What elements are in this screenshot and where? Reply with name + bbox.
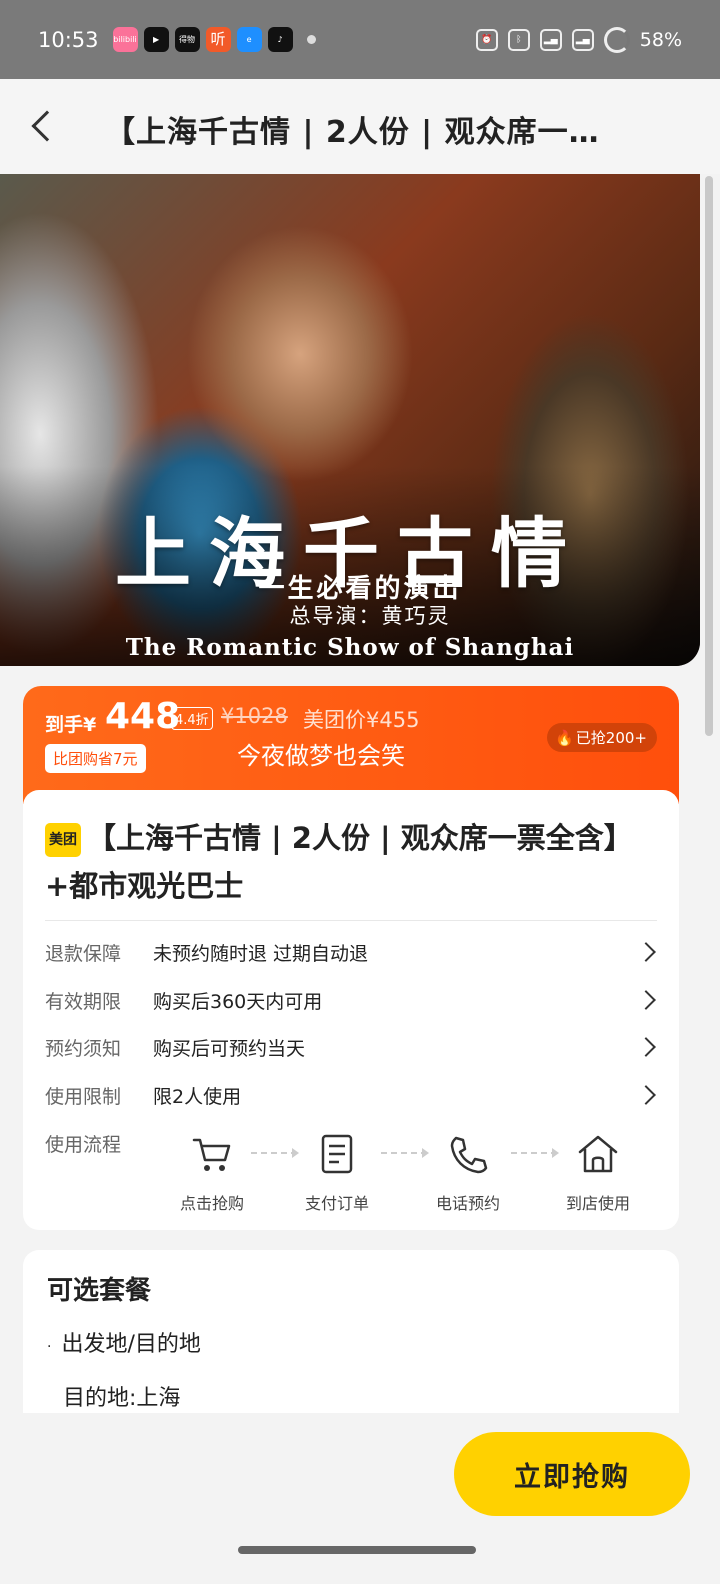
process-step: 电话预约: [418, 1132, 518, 1214]
status-bar: 10:53 bilibili ▶ 得物 听 e ♪ ⏰ ᛒ ▂▄ ▂▄ 58%: [0, 0, 720, 79]
step-label: 电话预约: [435, 1194, 500, 1213]
alarm-icon: ⏰: [475, 28, 498, 51]
info-value: 购买后可预约当天: [153, 1037, 306, 1060]
sold-count-badge: 🔥 已抢200+: [547, 723, 657, 752]
tiktok-app-icon: ♪: [267, 27, 293, 52]
chevron-right-icon: [636, 1037, 656, 1057]
battery-icon: [603, 26, 630, 53]
promo-slogan: 今夜做梦也会笑: [237, 742, 405, 770]
back-arrow-icon: [31, 110, 63, 142]
info-row-validity[interactable]: 有效期限 购买后360天内可用: [45, 982, 657, 1018]
bluetooth-icon: ᛒ: [507, 28, 530, 51]
step-label: 点击抢购: [179, 1194, 244, 1213]
info-label: 退款保障: [45, 942, 122, 965]
phone-icon: [450, 1136, 488, 1174]
poster-english-title: The Romantic Show of Shanghai: [125, 634, 575, 661]
step-label: 到店使用: [565, 1194, 630, 1213]
process-label: 使用流程: [45, 1134, 122, 1156]
status-indicators: ⏰ ᛒ ▂▄ ▂▄ 58%: [475, 26, 682, 53]
process-step: 支付订单: [287, 1132, 387, 1214]
sold-count: 已抢200+: [575, 729, 647, 747]
info-value: 未预约随时退 过期自动退: [153, 942, 369, 965]
hero-poster-image[interactable]: 上海千古情 一生必看的演出 总导演：黄巧灵 The Romantic Show …: [0, 174, 700, 666]
dewu-app-icon: 得物: [174, 27, 200, 52]
scrollbar[interactable]: [705, 176, 713, 736]
house-icon: [578, 1135, 618, 1173]
buy-now-button[interactable]: 立即抢购: [454, 1432, 690, 1516]
bilibili-app-icon: bilibili: [112, 27, 138, 52]
current-price: 448: [105, 696, 181, 737]
package-options-card: 可选套餐 出发地/目的地 目的地:上海: [23, 1250, 679, 1413]
discount-badge: 4.4折: [171, 707, 213, 730]
signal-1-icon: ▂▄: [539, 28, 562, 51]
info-value: 购买后360天内可用: [153, 990, 323, 1013]
package-destination: 目的地:上海: [63, 1386, 181, 1411]
original-price: ¥1028: [221, 704, 288, 728]
more-notifications-dot-icon: [306, 35, 316, 44]
eleme-app-icon: e: [236, 27, 262, 52]
page-title: 【上海千古情 | 2人份 | 观众席一票全含】+都市观光巴士: [105, 115, 625, 150]
product-title: 美团 【上海千古情 | 2人份 | 观众席一票全含】+都市观光巴士: [45, 814, 655, 910]
order-document-icon: [321, 1134, 353, 1174]
info-label: 预约须知: [45, 1037, 122, 1060]
cart-icon: [192, 1138, 231, 1171]
package-origin-label: 出发地/目的地: [47, 1326, 200, 1358]
home-indicator[interactable]: [238, 1546, 476, 1554]
meituan-price: 美团价¥455: [303, 708, 420, 732]
saving-badge: 比团购省7元: [45, 744, 146, 773]
notification-app-icons: bilibili ▶ 得物 听 e ♪: [112, 27, 293, 52]
info-row-booking[interactable]: 预约须知 购买后可预约当天: [45, 1029, 657, 1065]
chevron-right-icon: [636, 942, 656, 962]
battery-percent: 58%: [639, 28, 682, 51]
kuaishou-app-icon: ▶: [143, 27, 169, 52]
info-label: 使用限制: [45, 1085, 122, 1108]
fire-icon: 🔥: [555, 728, 574, 747]
back-button[interactable]: [24, 105, 64, 149]
divider: [45, 920, 657, 921]
meituan-badge-icon: 美团: [45, 823, 81, 857]
info-row-refund[interactable]: 退款保障 未预约随时退 过期自动退: [45, 934, 657, 970]
price-banner: 到手¥ 448 4.4折 ¥1028 美团价¥455 比团购省7元 今夜做梦也会…: [23, 686, 679, 804]
page-header: 【上海千古情 | 2人份 | 观众席一票全含】+都市观光巴士: [0, 79, 720, 174]
chevron-right-icon: [636, 990, 656, 1010]
poster-director: 总导演：黄巧灵: [289, 604, 451, 628]
package-section-title: 可选套餐: [47, 1276, 152, 1306]
info-label: 有效期限: [45, 990, 122, 1013]
product-info-card: 美团 【上海千古情 | 2人份 | 观众席一票全含】+都市观光巴士 退款保障 未预…: [23, 790, 679, 1230]
step-label: 支付订单: [304, 1194, 369, 1213]
signal-2-icon: ▂▄: [571, 28, 594, 51]
price-label: 到手¥: [45, 714, 97, 736]
chevron-right-icon: [636, 1085, 656, 1105]
info-row-usage-limit[interactable]: 使用限制 限2人使用: [45, 1077, 657, 1113]
info-value: 限2人使用: [153, 1085, 242, 1108]
product-title-text: 【上海千古情 | 2人份 | 观众席一票全含】+都市观光巴士: [45, 821, 633, 903]
process-step: 到店使用: [548, 1132, 648, 1214]
status-time: 10:53: [38, 27, 99, 52]
process-step: 点击抢购: [162, 1132, 262, 1214]
ting-app-icon: 听: [205, 27, 231, 52]
